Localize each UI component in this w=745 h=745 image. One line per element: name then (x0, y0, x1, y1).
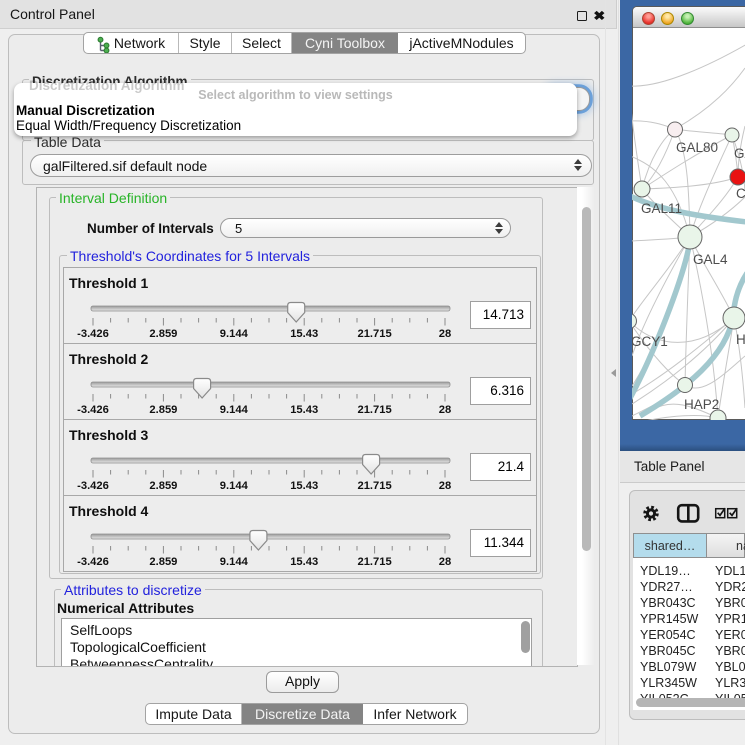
svg-text:28: 28 (439, 480, 451, 492)
svg-text:21.715: 21.715 (357, 556, 391, 568)
svg-text:HAP2: HAP2 (684, 397, 719, 412)
svg-text:15.43: 15.43 (290, 480, 318, 492)
svg-text:9.144: 9.144 (220, 328, 249, 340)
svg-text:28: 28 (439, 556, 451, 568)
svg-text:-3.426: -3.426 (77, 404, 109, 416)
svg-text:GAL4: GAL4 (693, 252, 728, 267)
svg-text:GCY1: GCY1 (632, 334, 668, 349)
svg-text:H: H (736, 332, 745, 347)
svg-text:28: 28 (439, 328, 451, 340)
svg-text:C: C (736, 186, 745, 201)
svg-text:GA: GA (734, 146, 745, 161)
svg-text:-3.426: -3.426 (77, 480, 109, 492)
svg-text:15.43: 15.43 (290, 556, 318, 568)
svg-text:21.715: 21.715 (357, 480, 391, 492)
svg-text:2.859: 2.859 (149, 328, 177, 340)
svg-text:21.715: 21.715 (357, 328, 391, 340)
svg-text:-3.426: -3.426 (77, 328, 109, 340)
svg-text:15.43: 15.43 (290, 328, 318, 340)
svg-text:GAL11: GAL11 (641, 201, 682, 216)
svg-text:28: 28 (439, 404, 451, 416)
svg-text:15.43: 15.43 (290, 404, 318, 416)
svg-text:-3.426: -3.426 (77, 556, 109, 568)
svg-text:2.859: 2.859 (149, 404, 177, 416)
svg-text:9.144: 9.144 (220, 556, 249, 568)
svg-text:2.859: 2.859 (149, 480, 177, 492)
svg-text:9.144: 9.144 (220, 480, 249, 492)
svg-text:9.144: 9.144 (220, 404, 249, 416)
svg-text:GAL80: GAL80 (676, 140, 718, 155)
svg-text:21.715: 21.715 (357, 404, 391, 416)
svg-text:2.859: 2.859 (149, 556, 177, 568)
